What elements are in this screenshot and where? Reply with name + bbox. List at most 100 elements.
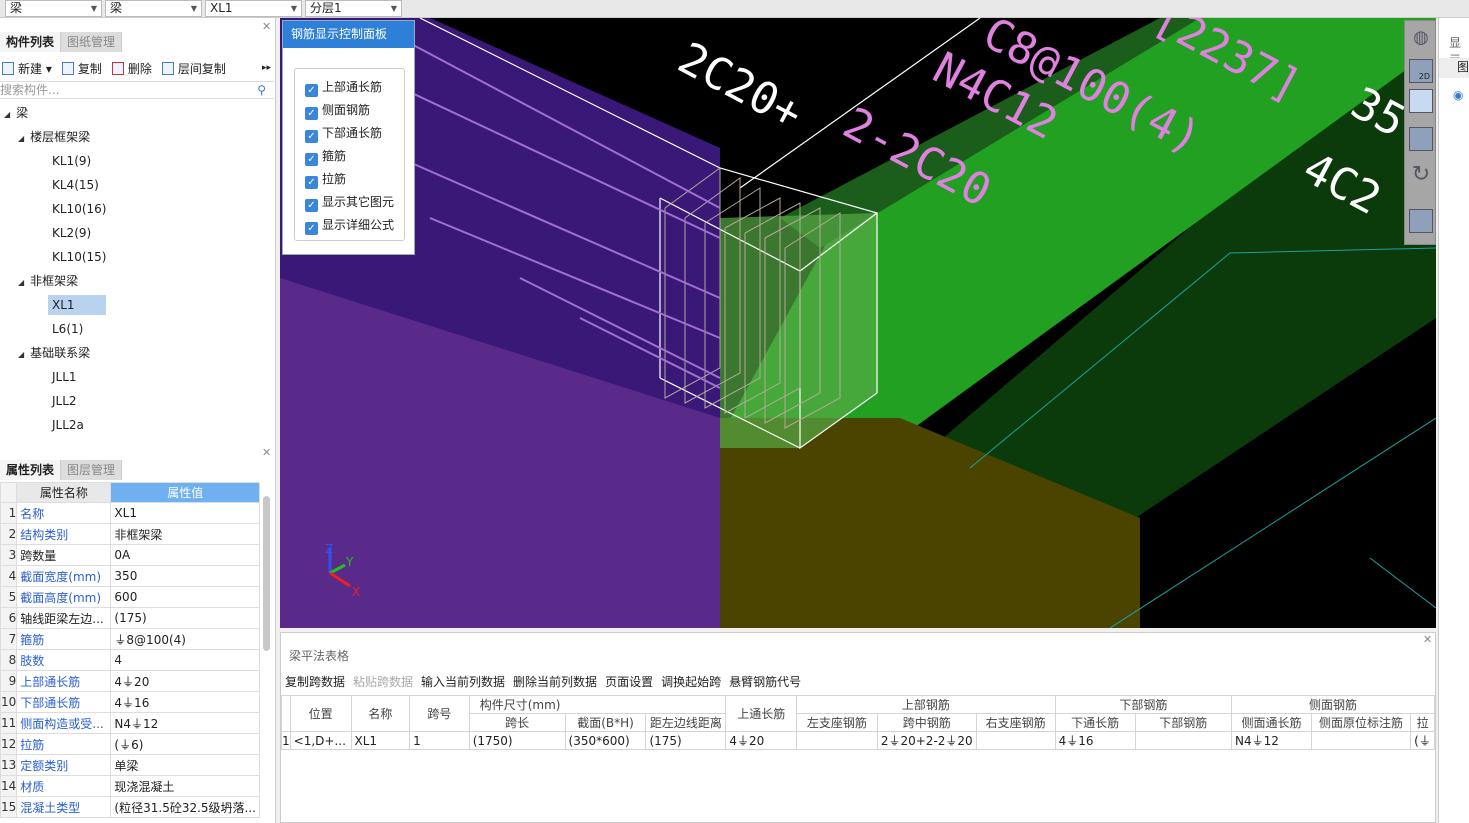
2d-view-button[interactable]: 2D [1409,59,1433,83]
property-row[interactable]: 7 箍筋 ⏚8@100(4) [0,628,260,650]
tree-item[interactable]: JLL2 [52,391,77,411]
cell-name[interactable]: XL1 [350,731,411,750]
cell-top-continuous[interactable]: 4⏚20 [725,731,798,750]
wireframe-cube-icon[interactable] [1409,89,1433,113]
more-icon[interactable]: ▸▸ [262,63,271,73]
toolbar-button[interactable]: 输入当前列数据 [421,673,505,690]
checkbox-checked-icon[interactable]: ✓ [305,153,318,166]
rebar-checkbox[interactable]: ✓ 下部通长筋 [305,123,382,143]
property-value[interactable]: 4 [110,649,260,671]
property-value[interactable]: (⏚6) [110,733,260,755]
layer-settings-icon[interactable] [1409,209,1433,233]
toolbar-button[interactable]: 复制跨数据 [285,673,345,690]
checkbox-checked-icon[interactable]: ✓ [305,176,318,189]
close-icon[interactable]: ✕ [262,20,271,33]
tree-item[interactable]: L6(1) [52,319,83,339]
rebar-checkbox[interactable]: ✓ 侧面钢筋 [305,100,370,120]
tree-item[interactable]: KL4(15) [52,175,99,195]
tab-layer-management[interactable]: 图层管理 [61,460,123,480]
floor-type-dropdown[interactable]: 梁 ▼ [5,0,102,17]
toolbar-button[interactable]: 删除当前列数据 [513,673,597,690]
checkbox-checked-icon[interactable]: ✓ [305,199,318,212]
property-row[interactable]: 5 截面高度(mm) 600 [0,586,260,608]
property-row[interactable]: 10 下部通长筋 4⏚16 [0,691,260,713]
delete-button[interactable]: 删除 [111,60,152,77]
tree-item[interactable]: KL10(15) [52,247,106,267]
tree-item[interactable]: ◢ 梁 [4,103,28,123]
property-row[interactable]: 9 上部通长筋 4⏚20 [0,670,260,692]
search-input[interactable]: 搜索构件... ⚲ [0,81,274,99]
cell-bottom[interactable] [1134,731,1233,750]
property-row[interactable]: 14 材质 现浇混凝土 [0,775,260,797]
tree-item[interactable]: KL10(16) [52,199,106,219]
property-value[interactable]: 350 [110,565,260,587]
checkbox-checked-icon[interactable]: ✓ [305,222,318,235]
property-row[interactable]: 8 肢数 4 [0,649,260,671]
orbit-icon[interactable]: ◍ [1409,27,1433,51]
tab-drawing-management[interactable]: 图纸管理 [61,32,123,52]
cell-position[interactable]: <1,D+... [289,731,352,750]
cell-section[interactable]: (350*600) [564,731,647,750]
close-icon[interactable]: ✕ [262,446,271,459]
property-row[interactable]: 13 定额类别 单梁 [0,754,260,776]
checkbox-checked-icon[interactable]: ✓ [305,107,318,120]
tab-component-list[interactable]: 构件列表 [0,32,62,52]
new-button[interactable]: 新建 ▾ [2,60,52,77]
rebar-checkbox[interactable]: ✓ 显示详细公式 [305,215,394,235]
rotate-icon[interactable]: ↻ [1409,164,1433,188]
rebar-checkbox[interactable]: ✓ 上部通长筋 [305,77,382,97]
tree-item[interactable]: JLL1 [52,367,77,387]
rebar-checkbox[interactable]: ✓ 显示其它图元 [305,192,394,212]
rebar-checkbox[interactable]: ✓ 箍筋 [305,146,346,166]
property-value[interactable]: XL1 [110,502,260,524]
3d-viewport[interactable]: 2C20+ 2-2C20 N4C12 C8@100(4) [2237] 35 4… [280,18,1436,628]
floor-copy-button[interactable]: 层间复制 [161,60,226,77]
checkbox-checked-icon[interactable]: ✓ [305,130,318,143]
expand-icon[interactable]: ◢ [4,110,10,119]
property-value[interactable]: (175) [110,607,260,629]
expand-icon[interactable]: ◢ [18,278,24,287]
property-row[interactable]: 15 混凝土类型 (粒径31.5砼32.5级坍落... [0,796,260,818]
cell-length[interactable]: (1750) [468,731,566,750]
cell-side-continuous[interactable]: N4⏚12 [1231,731,1312,750]
cell-side-original[interactable] [1310,731,1412,750]
property-value[interactable]: 600 [110,586,260,608]
layer-dropdown[interactable]: 分层1 ▼ [305,0,402,17]
toolbar-button[interactable]: 页面设置 [605,673,653,690]
cell-tie[interactable]: (⏚ [1410,731,1435,750]
toolbar-button[interactable]: 粘贴跨数据 [353,673,413,690]
expand-icon[interactable]: ◢ [18,134,24,143]
tree-item[interactable]: JLL2a [52,415,84,435]
copy-button[interactable]: 复制 [61,60,102,77]
tree-item[interactable]: ◢ 基础联系梁 [18,343,90,363]
tree-item[interactable]: ◢ 楼层框架梁 [18,127,90,147]
toolbar-button[interactable]: 悬臂钢筋代号 [729,673,801,690]
cell-distance[interactable]: (175) [645,731,727,750]
tree-item[interactable]: KL2(9) [52,223,91,243]
property-value[interactable]: 4⏚16 [110,691,260,713]
property-value[interactable]: 单梁 [110,754,260,776]
expand-icon[interactable]: ◢ [18,350,24,359]
cell-bottom-continuous[interactable]: 4⏚16 [1054,731,1136,750]
right-panel-tab[interactable]: 图 [1439,58,1469,78]
property-value[interactable]: ⏚8@100(4) [110,628,260,650]
scrollbar[interactable] [263,496,270,651]
property-row[interactable]: 3 跨数量 0A [0,544,260,566]
component-type-dropdown[interactable]: 梁 ▼ [105,0,202,17]
property-value[interactable]: 非框架梁 [110,523,260,545]
cell-span[interactable]: 1 [409,731,470,750]
checkbox-checked-icon[interactable]: ✓ [305,84,318,97]
close-icon[interactable]: ✕ [1423,633,1432,646]
property-row[interactable]: 4 截面宽度(mm) 350 [0,565,260,587]
tab-property-list[interactable]: 属性列表 [0,460,62,480]
tree-item[interactable]: KL1(9) [52,151,91,171]
tree-item[interactable]: XL1 [48,295,106,315]
radio-icon[interactable]: ◉ [1453,88,1463,102]
property-value[interactable]: 0A [110,544,260,566]
property-value[interactable]: 4⏚20 [110,670,260,692]
tree-item[interactable]: ◢ 非框架梁 [18,271,78,291]
property-row[interactable]: 11 侧面构造或受... N4⏚12 [0,712,260,734]
property-value[interactable]: (粒径31.5砼32.5级坍落... [110,796,260,818]
property-value[interactable]: N4⏚12 [110,712,260,734]
property-row[interactable]: 6 轴线距梁左边... (175) [0,607,260,629]
